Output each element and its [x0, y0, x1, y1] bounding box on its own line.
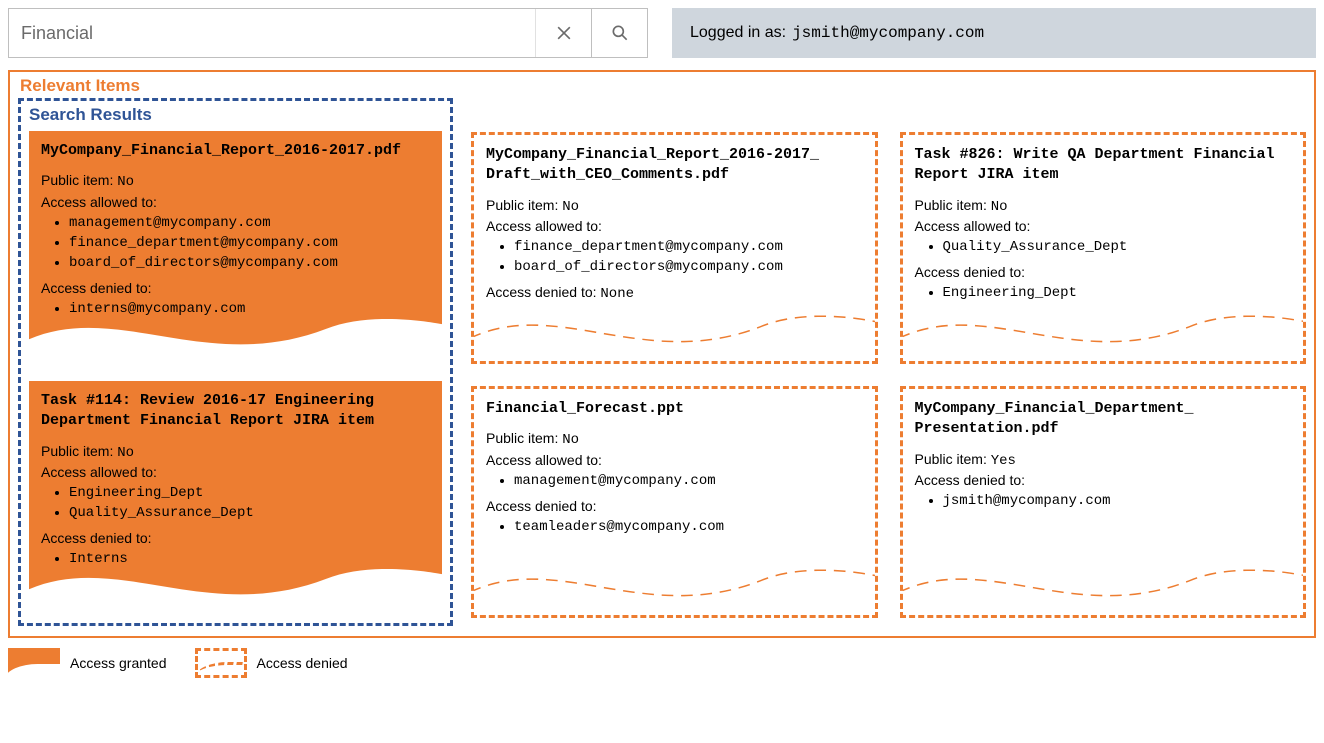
search-button[interactable]	[591, 9, 647, 57]
allowed-item: Quality_Assurance_Dept	[69, 504, 430, 523]
search-box	[8, 8, 648, 58]
relevant-items-panel: Relevant Items Search Results MyCompany_…	[8, 70, 1316, 638]
denied-label: Access denied to:	[41, 279, 430, 298]
legend-denied-label: Access denied	[257, 655, 348, 671]
legend-granted: Access granted	[8, 648, 167, 678]
search-input[interactable]	[9, 9, 535, 57]
allowed-item: finance_department@mycompany.com	[514, 238, 863, 257]
public-label: Public item:	[915, 197, 987, 213]
result-card[interactable]: Task #114: Review 2016-17 Engineering De…	[29, 381, 442, 613]
public-value: No	[562, 432, 579, 448]
clear-search-button[interactable]	[535, 9, 591, 57]
allowed-item: board_of_directors@mycompany.com	[69, 254, 430, 273]
legend-granted-label: Access granted	[70, 655, 167, 671]
denied-list: teamleaders@mycompany.com	[486, 518, 863, 537]
public-label: Public item:	[915, 451, 987, 467]
allowed-label: Access allowed to:	[915, 217, 1292, 236]
denied-list: Engineering_Dept	[915, 284, 1292, 303]
allowed-label: Access allowed to:	[41, 463, 430, 482]
allowed-list: management@mycompany.comfinance_departme…	[41, 214, 430, 273]
allowed-label: Access allowed to:	[41, 193, 430, 212]
public-label: Public item:	[41, 443, 113, 459]
public-label: Public item:	[486, 430, 558, 446]
card-title: Financial_Forecast.ppt	[486, 399, 863, 419]
public-value: No	[991, 199, 1008, 215]
denied-item: teamleaders@mycompany.com	[514, 518, 863, 537]
allowed-item: board_of_directors@mycompany.com	[514, 258, 863, 277]
allowed-item: finance_department@mycompany.com	[69, 234, 430, 253]
public-label: Public item:	[486, 197, 558, 213]
denied-item: Engineering_Dept	[943, 284, 1292, 303]
denied-label: Access denied to:	[486, 497, 863, 516]
result-card[interactable]: Task #826: Write QA Department Financial…	[900, 132, 1307, 364]
legend-denied-swatch	[195, 648, 247, 678]
search-results-title: Search Results	[29, 105, 442, 125]
denied-list: jsmith@mycompany.com	[915, 492, 1292, 511]
denied-list: interns@mycompany.com	[41, 300, 430, 319]
card-title: Task #826: Write QA Department Financial…	[915, 145, 1292, 186]
login-user: jsmith@mycompany.com	[792, 24, 984, 42]
denied-label: Access denied to:	[915, 471, 1292, 490]
close-icon	[554, 23, 574, 43]
denied-label: Access denied to:	[486, 284, 597, 300]
public-value: No	[562, 199, 579, 215]
denied-value: None	[600, 286, 634, 302]
public-value: Yes	[991, 453, 1016, 469]
legend-denied: Access denied	[195, 648, 348, 678]
legend-granted-swatch	[8, 648, 60, 678]
legend: Access granted Access denied	[8, 648, 1316, 678]
result-card[interactable]: MyCompany_Financial_Report_2016-2017.pdf…	[29, 131, 442, 363]
denied-item: interns@mycompany.com	[69, 300, 430, 319]
allowed-list: Engineering_DeptQuality_Assurance_Dept	[41, 484, 430, 523]
denied-list: Interns	[41, 550, 430, 569]
login-prefix: Logged in as:	[690, 24, 786, 42]
allowed-label: Access allowed to:	[486, 451, 863, 470]
public-value: No	[117, 445, 134, 461]
search-icon	[610, 23, 630, 43]
denied-label: Access denied to:	[41, 529, 430, 548]
result-card[interactable]: MyCompany_Financial_Department_ Presenta…	[900, 386, 1307, 618]
allowed-item: management@mycompany.com	[69, 214, 430, 233]
card-title: MyCompany_Financial_Report_2016-2017_ Dr…	[486, 145, 863, 186]
denied-item: Interns	[69, 550, 430, 569]
card-title: Task #114: Review 2016-17 Engineering De…	[41, 391, 430, 432]
allowed-item: management@mycompany.com	[514, 472, 863, 491]
result-card[interactable]: Financial_Forecast.ppt Public item: No Acc…	[471, 386, 878, 618]
allowed-label: Access allowed to:	[486, 217, 863, 236]
allowed-item: Quality_Assurance_Dept	[943, 238, 1292, 257]
allowed-list: management@mycompany.com	[486, 472, 863, 491]
card-title: MyCompany_Financial_Department_ Presenta…	[915, 399, 1292, 440]
allowed-item: Engineering_Dept	[69, 484, 430, 503]
public-value: No	[117, 174, 134, 190]
panel-title: Relevant Items	[20, 76, 1306, 96]
result-card[interactable]: MyCompany_Financial_Report_2016-2017_ Dr…	[471, 132, 878, 364]
search-results-box: Search Results MyCompany_Financial_Repor…	[18, 98, 453, 626]
public-label: Public item:	[41, 172, 113, 188]
allowed-list: finance_department@mycompany.comboard_of…	[486, 238, 863, 277]
card-title: MyCompany_Financial_Report_2016-2017.pdf	[41, 141, 430, 161]
denied-label: Access denied to:	[915, 263, 1292, 282]
login-banner: Logged in as: jsmith@mycompany.com	[672, 8, 1316, 58]
denied-item: jsmith@mycompany.com	[943, 492, 1292, 511]
allowed-list: Quality_Assurance_Dept	[915, 238, 1292, 257]
